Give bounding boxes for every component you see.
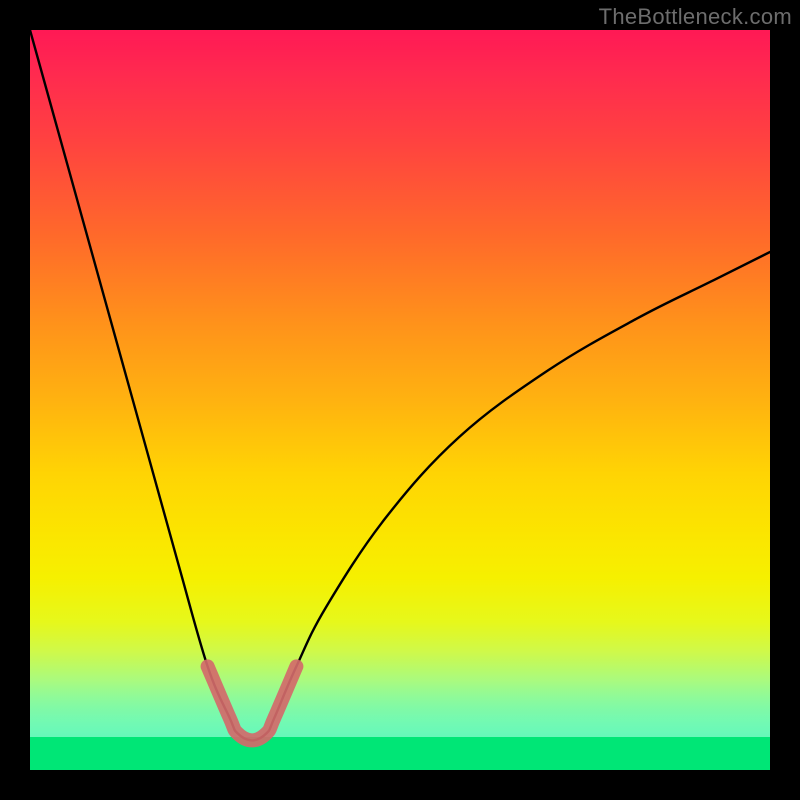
curve-layer: [30, 30, 770, 770]
bottleneck-curve: [30, 30, 770, 740]
highlight-segment: [208, 666, 297, 740]
chart-frame: TheBottleneck.com: [0, 0, 800, 800]
plot-area: [30, 30, 770, 770]
watermark-text: TheBottleneck.com: [599, 4, 792, 30]
